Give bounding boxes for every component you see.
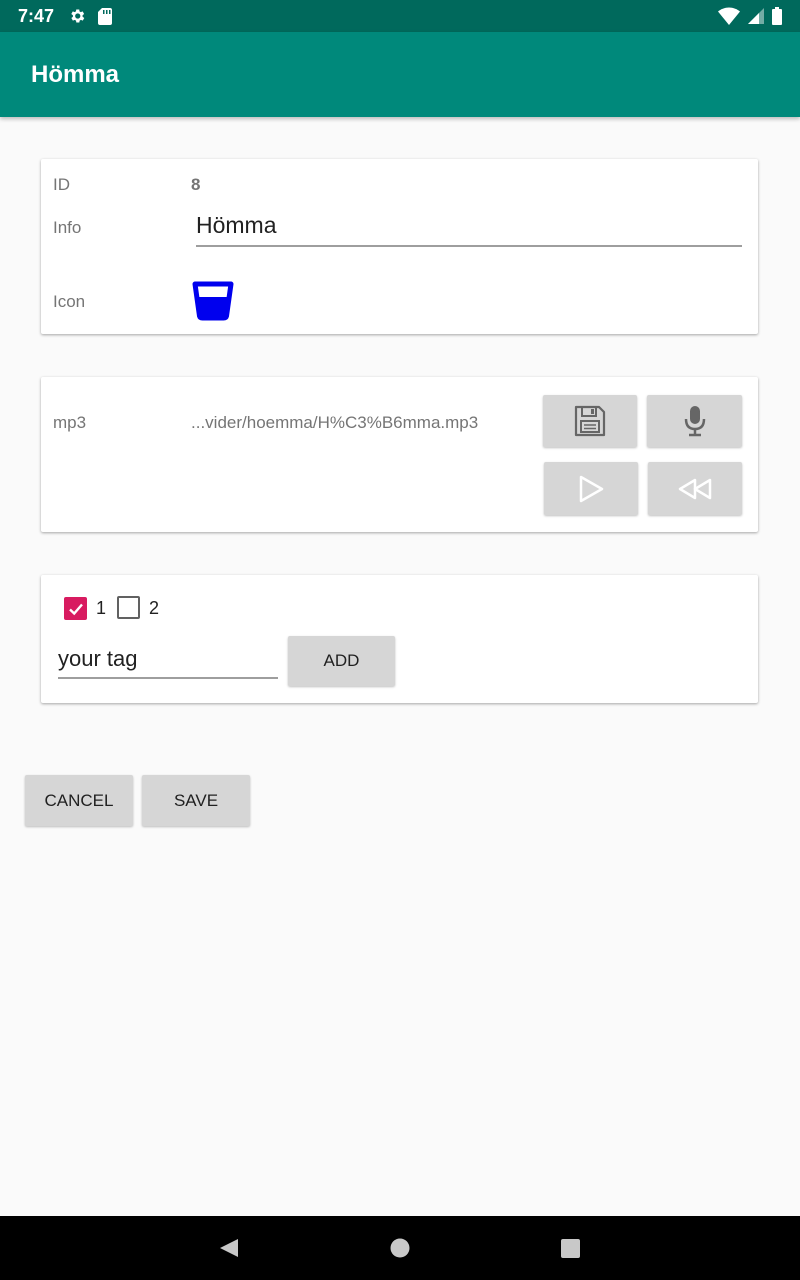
- icon-label: Icon: [53, 292, 86, 311]
- info-label: Info: [53, 218, 82, 237]
- tag-checkbox-2[interactable]: [117, 596, 140, 619]
- play-icon: [579, 475, 604, 502]
- tag-checkbox-1[interactable]: [64, 597, 87, 620]
- checkmark-icon: [68, 603, 83, 615]
- tag-input[interactable]: [58, 645, 278, 679]
- info-field[interactable]: [196, 207, 742, 247]
- back-icon[interactable]: [219, 1238, 239, 1258]
- glass-icon[interactable]: [191, 280, 235, 322]
- details-card: ID 8 Info Icon: [41, 159, 758, 334]
- mp3-label: mp3: [53, 413, 87, 432]
- recents-icon[interactable]: [561, 1239, 580, 1258]
- app-bar: Hömma: [0, 32, 800, 117]
- add-tag-button[interactable]: ADD: [288, 636, 395, 686]
- record-button[interactable]: [647, 395, 742, 447]
- wifi-icon: [718, 7, 740, 25]
- id-label: ID: [53, 175, 70, 194]
- rewind-icon: [678, 478, 712, 499]
- id-value: 8: [191, 175, 201, 194]
- save-button[interactable]: SAVE: [142, 775, 250, 826]
- save-file-button[interactable]: [543, 395, 637, 447]
- signal-icon: [748, 8, 764, 24]
- cancel-button[interactable]: CANCEL: [25, 775, 133, 826]
- home-icon[interactable]: [390, 1238, 410, 1258]
- rewind-button[interactable]: [648, 462, 742, 515]
- microphone-icon: [684, 406, 705, 437]
- sd-card-icon: [98, 7, 113, 25]
- mp3-path: ...vider/hoemma/H%C3%B6mma.mp3: [191, 413, 479, 432]
- status-bar: 7:47: [0, 0, 800, 32]
- app-title: Hömma: [31, 60, 120, 88]
- save-file-icon: [574, 405, 606, 437]
- audio-card: mp3 ...vider/hoemma/H%C3%B6mma.mp3: [41, 377, 758, 532]
- tags-card: 1 2 ADD: [41, 575, 758, 703]
- tag-label-2: 2: [149, 598, 160, 618]
- gear-icon: [71, 9, 85, 23]
- status-time: 7:47: [18, 5, 55, 26]
- battery-icon: [772, 7, 782, 25]
- navigation-bar: [0, 1216, 800, 1280]
- tag-label-1: 1: [96, 598, 107, 618]
- play-button[interactable]: [544, 462, 638, 515]
